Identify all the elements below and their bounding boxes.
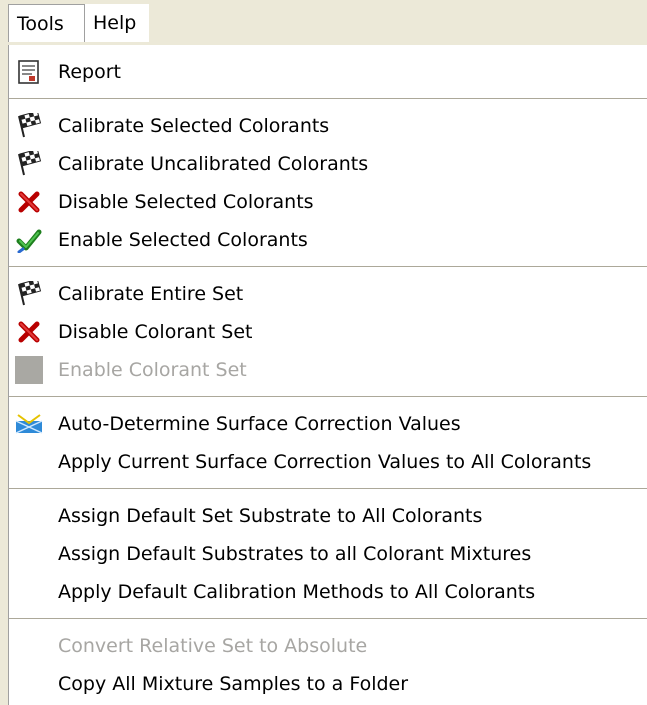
- menu-item-label: Auto-Determine Surface Correction Values: [58, 413, 461, 435]
- menu-item-auto-determine-surface-correction[interactable]: Auto-Determine Surface Correction Values: [9, 405, 647, 443]
- menu-item-label: Copy All Mixture Samples to a Folder: [58, 673, 409, 695]
- menu-item-label: Calibrate Selected Colorants: [58, 115, 330, 137]
- menu-item-apply-current-surface-correction[interactable]: Apply Current Surface Correction Values …: [9, 443, 647, 481]
- green-check-icon: [15, 226, 43, 254]
- menu-item-enable-selected[interactable]: Enable Selected Colorants: [9, 221, 647, 259]
- tools-dropdown: Report Calibrate Selected Colorants Cali…: [8, 45, 647, 705]
- red-x-icon: [15, 188, 43, 216]
- menu-item-label: Disable Colorant Set: [58, 321, 253, 343]
- tools-menu[interactable]: Tools: [8, 4, 85, 42]
- menu-bar: Tools Help: [0, 0, 647, 46]
- red-x-icon: [15, 318, 43, 346]
- menu-item-label: Calibrate Entire Set: [58, 283, 244, 305]
- menu-item-label: Assign Default Set Substrate to All Colo…: [58, 505, 483, 527]
- menu-item-report[interactable]: Report: [9, 53, 647, 91]
- help-menu[interactable]: Help: [85, 4, 149, 42]
- menu-item-calibrate-selected[interactable]: Calibrate Selected Colorants: [9, 107, 647, 145]
- menu-item-assign-default-set-substrate[interactable]: Assign Default Set Substrate to All Colo…: [9, 497, 647, 535]
- menu-item-calibrate-entire-set[interactable]: Calibrate Entire Set: [9, 275, 647, 313]
- menu-item-label: Apply Current Surface Correction Values …: [58, 451, 592, 473]
- menu-item-disable-colorant-set[interactable]: Disable Colorant Set: [9, 313, 647, 351]
- menu-item-apply-default-calibration[interactable]: Apply Default Calibration Methods to All…: [9, 573, 647, 611]
- menu-separator: [9, 266, 647, 268]
- menu-item-calibrate-uncalibrated[interactable]: Calibrate Uncalibrated Colorants: [9, 145, 647, 183]
- menu-separator: [9, 618, 647, 620]
- checkered-flag-icon: [15, 150, 43, 178]
- menu-item-label: Report: [58, 61, 121, 83]
- menu-item-label: Convert Relative Set to Absolute: [58, 635, 368, 657]
- menu-item-enable-colorant-set: Enable Colorant Set: [9, 351, 647, 389]
- menu-item-label: Enable Selected Colorants: [58, 229, 308, 251]
- window-edge-left: [0, 46, 8, 705]
- checkered-flag-icon: [15, 280, 43, 308]
- checkered-flag-icon: [15, 112, 43, 140]
- menu-item-label: Calibrate Uncalibrated Colorants: [58, 153, 369, 175]
- menu-item-assign-default-substrates[interactable]: Assign Default Substrates to all Coloran…: [9, 535, 647, 573]
- surface-correction-icon: [15, 410, 43, 438]
- menu-item-label: Apply Default Calibration Methods to All…: [58, 581, 536, 603]
- menu-separator: [9, 488, 647, 490]
- menu-item-label: Assign Default Substrates to all Coloran…: [58, 543, 532, 565]
- gray-square-icon: [15, 356, 43, 384]
- menu-item-convert-relative-set: Convert Relative Set to Absolute: [9, 627, 647, 665]
- menu-item-copy-all-mixture-samples[interactable]: Copy All Mixture Samples to a Folder: [9, 665, 647, 703]
- report-icon: [15, 58, 43, 86]
- menu-item-label: Enable Colorant Set: [58, 359, 247, 381]
- menu-separator: [9, 98, 647, 100]
- menu-item-label: Disable Selected Colorants: [58, 191, 314, 213]
- window-edge: [0, 0, 8, 46]
- menu-separator: [9, 396, 647, 398]
- menu-item-disable-selected[interactable]: Disable Selected Colorants: [9, 183, 647, 221]
